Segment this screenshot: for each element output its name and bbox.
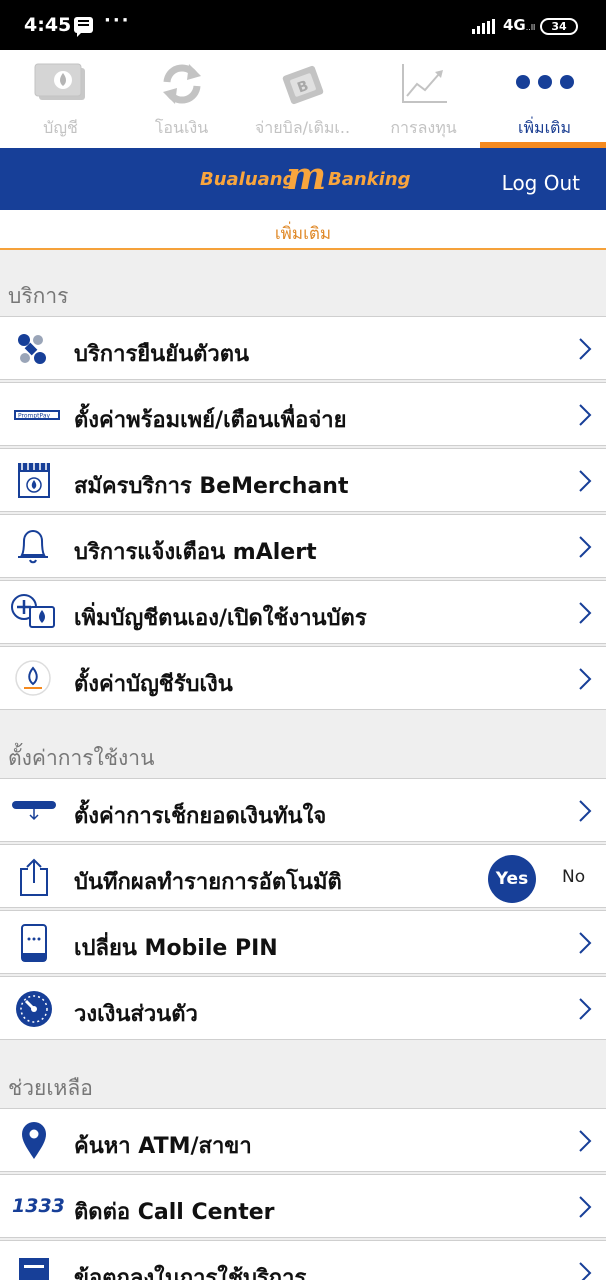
promptpay-icon: PromptPay [14,407,62,423]
speedometer-icon [14,989,56,1027]
list-item-label: บริการยืนยันตัวตน [74,342,250,367]
chevron-right-icon [579,1262,592,1280]
list-item-label: เปลี่ยน Mobile PIN [74,936,278,961]
list-item-change-mobile-pin[interactable]: เปลี่ยน Mobile PIN [0,910,606,974]
more-notifications-icon: ··· [104,10,131,31]
list-item-find-atm-branch[interactable]: ค้นหา ATM/สาขา [0,1108,606,1172]
network-label: 4G [503,16,526,34]
list-item-malert[interactable]: บริการแจ้งเตือน mAlert [0,514,606,578]
receiving-account-icon [14,659,56,696]
chevron-right-icon [579,404,592,426]
tab-more-label: เพิ่มเติม [518,118,571,137]
merchant-store-icon [16,461,58,498]
list-item-quick-balance[interactable]: ตั้งค่าการเช็กยอดเงินทันใจ [0,778,606,842]
logo-text-banking: Banking [328,169,411,190]
quick-balance-icon [12,799,56,835]
signal-strength-icon [472,19,496,34]
chevron-right-icon [579,932,592,954]
chevron-right-icon [579,536,592,558]
tab-bill-payment[interactable]: B จ่ายบิล/เติมเ.. [242,50,363,148]
list-item-bemerchant[interactable]: สมัครบริการ BeMerchant [0,448,606,512]
logo-text-m: m [286,153,327,198]
list-item-label: วงเงินส่วนตัว [74,1002,198,1027]
chevron-right-icon [579,1196,592,1218]
chevron-right-icon [579,470,592,492]
more-dots-icon [514,74,576,94]
list-item-label: ตั้งค่าพร้อมเพย์/เตือนเพื่อจ่าย [74,408,347,433]
tab-more[interactable]: เพิ่มเติม [484,50,605,148]
network-sub: ..ll [525,23,536,32]
chevron-right-icon [579,998,592,1020]
section-title-services: บริการ [8,284,69,308]
section-title-help: ช่วยเหลือ [8,1076,93,1100]
mobile-pin-icon [20,923,62,962]
toggle-yes-button[interactable]: Yes [488,855,536,903]
message-notification-icon [74,17,93,37]
bill-payment-icon: B [280,62,326,112]
tab-investment-label: การลงทุน [390,118,457,137]
tab-transfer-label: โอนเงิน [154,118,209,137]
tab-account-label: บัญชี [43,118,78,137]
list-item-promptpay[interactable]: PromptPay ตั้งค่าพร้อมเพย์/เตือนเพื่อจ่า… [0,382,606,446]
battery-icon: 34 [540,18,578,35]
bell-icon [16,527,58,564]
share-export-icon [18,857,60,896]
list-item-identity-verification[interactable]: บริการยืนยันตัวตน [0,316,606,380]
tab-investment[interactable]: การลงทุน [363,50,484,148]
app-header: Bualuang m Banking Log Out [0,148,606,210]
chevron-right-icon [579,668,592,690]
list-item-receiving-account[interactable]: ตั้งค่าบัญชีรับเงิน [0,646,606,710]
identity-verification-icon [12,331,54,367]
list-item-label: บริการแจ้งเตือน mAlert [74,540,317,565]
terms-document-icon [18,1257,60,1280]
list-item-label: เพิ่มบัญชีตนเอง/เปิดใช้งานบัตร [74,606,367,631]
toggle-no-button[interactable]: No [562,867,585,887]
network-type: 4G..ll [503,16,535,34]
list-item-label: บันทึกผลทำรายการอัตโนมัติ [74,870,342,895]
page-title: เพิ่มเติม [0,210,606,250]
chevron-right-icon [579,800,592,822]
list-item-label: ตั้งค่าบัญชีรับเงิน [74,672,233,697]
list-item-terms-of-service[interactable]: ข้อตกลงในการใช้บริการ [0,1240,606,1280]
list-item-auto-save-transaction: บันทึกผลทำรายการอัตโนมัติ Yes No [0,844,606,908]
logout-button[interactable]: Log Out [502,171,580,195]
tab-bill-payment-label: จ่ายบิล/เติมเ.. [254,118,351,137]
tab-transfer[interactable]: โอนเงิน [121,50,242,148]
chevron-right-icon [579,338,592,360]
section-title-settings: ตั้งค่าการใช้งาน [8,746,155,770]
logo-text-bualuang: Bualuang [200,169,296,190]
investment-chart-icon [399,62,449,110]
chevron-right-icon [579,1130,592,1152]
list-item-add-account[interactable]: เพิ่มบัญชีตนเอง/เปิดใช้งานบัตร [0,580,606,644]
list-item-personal-limit[interactable]: วงเงินส่วนตัว [0,976,606,1040]
list-item-label: ค้นหา ATM/สาขา [74,1134,252,1159]
status-bar: 4:45 ··· 4G..ll 34 [0,0,606,50]
location-pin-icon [20,1121,62,1159]
call-center-1333-icon: 1333 [12,1195,65,1217]
chevron-right-icon [579,602,592,624]
top-tab-bar: บัญชี โอนเงิน B จ่ายบิล/เติมเ.. การลงทุน… [0,50,606,148]
account-icon [33,62,89,106]
status-time: 4:45 [24,14,72,36]
list-item-call-center[interactable]: 1333 ติดต่อ Call Center [0,1174,606,1238]
promptpay-icon-text: PromptPay [18,413,51,420]
add-account-icon [10,593,56,629]
transfer-icon [159,62,205,110]
tab-account[interactable]: บัญชี [0,50,121,148]
list-item-label: ติดต่อ Call Center [74,1200,275,1225]
list-item-label: สมัครบริการ BeMerchant [74,474,349,499]
list-item-label: ข้อตกลงในการใช้บริการ [74,1266,307,1280]
list-item-label: ตั้งค่าการเช็กยอดเงินทันใจ [74,804,327,829]
